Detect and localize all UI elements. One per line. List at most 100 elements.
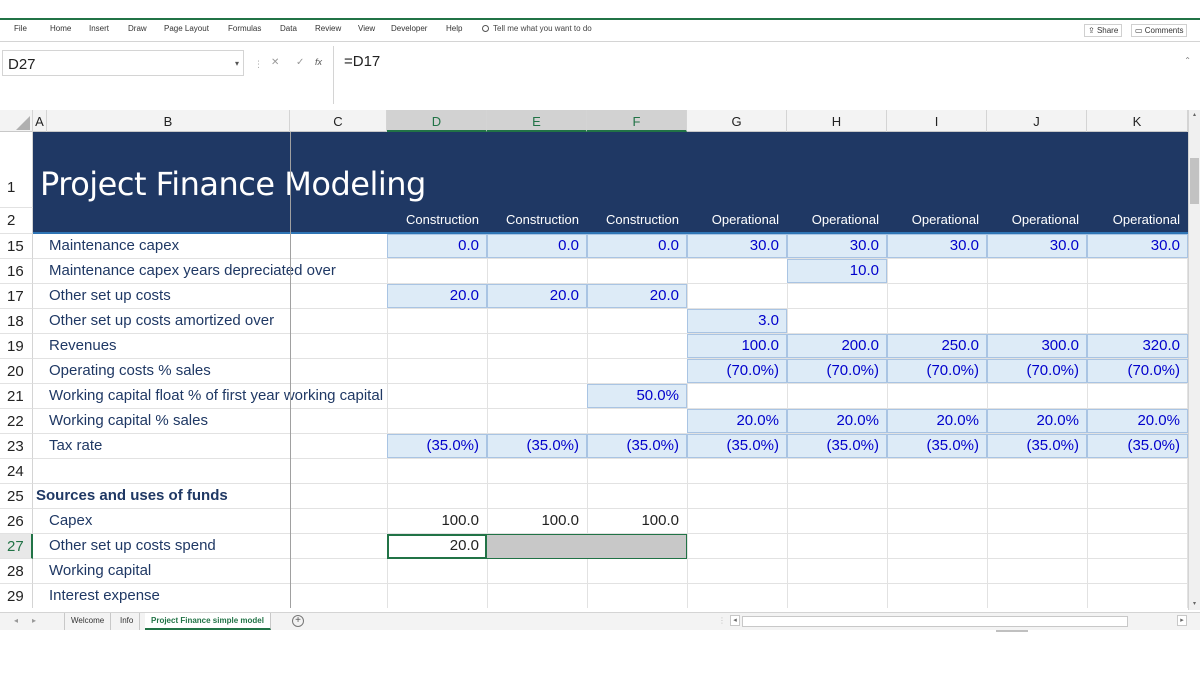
cell-j20[interactable]: (70.0%)	[987, 359, 1087, 383]
cell-g15[interactable]: 30.0	[687, 234, 787, 258]
column-header-f[interactable]: F	[587, 110, 687, 132]
sheet-tab-welcome[interactable]: Welcome	[64, 613, 112, 630]
column-header-c[interactable]: C	[290, 110, 387, 132]
cell-f26[interactable]: 100.0	[587, 509, 687, 533]
cell-j22[interactable]: 20.0%	[987, 409, 1087, 433]
cell-i19[interactable]: 250.0	[887, 334, 987, 358]
tab-help[interactable]: Help	[446, 24, 462, 33]
tab-review[interactable]: Review	[315, 24, 341, 33]
vertical-scrollbar[interactable]: ▴ ▾	[1188, 110, 1200, 610]
scroll-right-icon[interactable]: ▸	[1177, 615, 1187, 626]
cell-h23[interactable]: (35.0%)	[787, 434, 887, 458]
cancel-icon[interactable]: ✕	[271, 57, 279, 68]
cell-j19[interactable]: 300.0	[987, 334, 1087, 358]
column-header-d[interactable]: D	[387, 110, 487, 132]
cell-j15[interactable]: 30.0	[987, 234, 1087, 258]
cell-g22[interactable]: 20.0%	[687, 409, 787, 433]
cell-d23[interactable]: (35.0%)	[387, 434, 487, 458]
row-header-1[interactable]: 1	[0, 132, 33, 208]
column-header-h[interactable]: H	[787, 110, 887, 132]
row-header-27[interactable]: 27	[0, 534, 33, 559]
cell-f15[interactable]: 0.0	[587, 234, 687, 258]
column-header-k[interactable]: K	[1087, 110, 1188, 132]
tab-home[interactable]: Home	[50, 24, 71, 33]
cell-g19[interactable]: 100.0	[687, 334, 787, 358]
cell-d15[interactable]: 0.0	[387, 234, 487, 258]
row-header-25[interactable]: 25	[0, 484, 33, 509]
tab-draw[interactable]: Draw	[128, 24, 147, 33]
cell-h16[interactable]: 10.0	[787, 259, 887, 283]
cell-d17[interactable]: 20.0	[387, 284, 487, 308]
horizontal-scroll-thumb[interactable]	[755, 618, 1075, 625]
collapse-formula-bar-icon[interactable]: ⌃	[1184, 56, 1191, 65]
cell-j23[interactable]: (35.0%)	[987, 434, 1087, 458]
cell-h15[interactable]: 30.0	[787, 234, 887, 258]
column-header-j[interactable]: J	[987, 110, 1087, 132]
column-header-e[interactable]: E	[487, 110, 587, 132]
function-icon[interactable]: fx	[315, 57, 322, 67]
cell-k19[interactable]: 320.0	[1087, 334, 1188, 358]
row-header-23[interactable]: 23	[0, 434, 33, 459]
row-header-28[interactable]: 28	[0, 559, 33, 584]
row-header-29[interactable]: 29	[0, 584, 33, 608]
cell-i15[interactable]: 30.0	[887, 234, 987, 258]
cell-g20[interactable]: (70.0%)	[687, 359, 787, 383]
tab-developer[interactable]: Developer	[391, 24, 427, 33]
cell-i22[interactable]: 20.0%	[887, 409, 987, 433]
row-header-22[interactable]: 22	[0, 409, 33, 434]
row-header-20[interactable]: 20	[0, 359, 33, 384]
column-header-i[interactable]: I	[887, 110, 987, 132]
select-all-button[interactable]	[0, 110, 33, 132]
cell-d26[interactable]: 100.0	[387, 509, 487, 533]
next-sheet-icon[interactable]: ▸	[32, 616, 36, 625]
dropdown-icon[interactable]: ▾	[235, 59, 239, 68]
cell-e26[interactable]: 100.0	[487, 509, 587, 533]
row-header-2[interactable]: 2	[0, 208, 33, 234]
cell-h19[interactable]: 200.0	[787, 334, 887, 358]
row-header-15[interactable]: 15	[0, 234, 33, 259]
tab-formulas[interactable]: Formulas	[228, 24, 261, 33]
cell-f17[interactable]: 20.0	[587, 284, 687, 308]
column-header-b[interactable]: B	[47, 110, 290, 132]
cell-k20[interactable]: (70.0%)	[1087, 359, 1188, 383]
cell-k22[interactable]: 20.0%	[1087, 409, 1188, 433]
scroll-up-icon[interactable]: ▴	[1190, 111, 1199, 120]
column-header-g[interactable]: G	[687, 110, 787, 132]
sheet-tab-project-finance[interactable]: Project Finance simple model	[145, 613, 271, 630]
row-header-19[interactable]: 19	[0, 334, 33, 359]
cell-f23[interactable]: (35.0%)	[587, 434, 687, 458]
row-header-18[interactable]: 18	[0, 309, 33, 334]
sheet-tab-info[interactable]: Info	[114, 613, 141, 630]
tab-page-layout[interactable]: Page Layout	[164, 24, 209, 33]
cell-i20[interactable]: (70.0%)	[887, 359, 987, 383]
tab-insert[interactable]: Insert	[89, 24, 109, 33]
tab-data[interactable]: Data	[280, 24, 297, 33]
cell-f21[interactable]: 50.0%	[587, 384, 687, 408]
tell-me-search[interactable]: Tell me what you want to do	[482, 24, 592, 33]
horizontal-scrollbar[interactable]	[742, 616, 1128, 627]
scroll-down-icon[interactable]: ▾	[1190, 600, 1199, 609]
tab-view[interactable]: View	[358, 24, 375, 33]
cell-g18[interactable]: 3.0	[687, 309, 787, 333]
column-header-a[interactable]: A	[33, 110, 47, 132]
row-header-16[interactable]: 16	[0, 259, 33, 284]
scroll-split-handle[interactable]: ⋮	[718, 616, 726, 625]
cell-h20[interactable]: (70.0%)	[787, 359, 887, 383]
name-box[interactable]: D27 ▾	[2, 50, 244, 76]
row-header-24[interactable]: 24	[0, 459, 33, 484]
cell-e15[interactable]: 0.0	[487, 234, 587, 258]
share-button[interactable]: ⇪ Share	[1084, 24, 1123, 37]
cell-h22[interactable]: 20.0%	[787, 409, 887, 433]
vertical-scroll-thumb[interactable]	[1190, 158, 1199, 204]
add-sheet-icon[interactable]: +	[292, 615, 304, 627]
worksheet-grid[interactable]: Project Finance Modeling Construction Con…	[0, 132, 1188, 608]
formula-input[interactable]: =D17 ⌃	[333, 46, 1197, 104]
prev-sheet-icon[interactable]: ◂	[14, 616, 18, 625]
row-header-26[interactable]: 26	[0, 509, 33, 534]
cell-e17[interactable]: 20.0	[487, 284, 587, 308]
tab-file[interactable]: File	[14, 24, 27, 33]
cell-i23[interactable]: (35.0%)	[887, 434, 987, 458]
enter-icon[interactable]: ✓	[296, 57, 304, 68]
scroll-left-icon[interactable]: ◂	[730, 615, 740, 626]
row-header-17[interactable]: 17	[0, 284, 33, 309]
